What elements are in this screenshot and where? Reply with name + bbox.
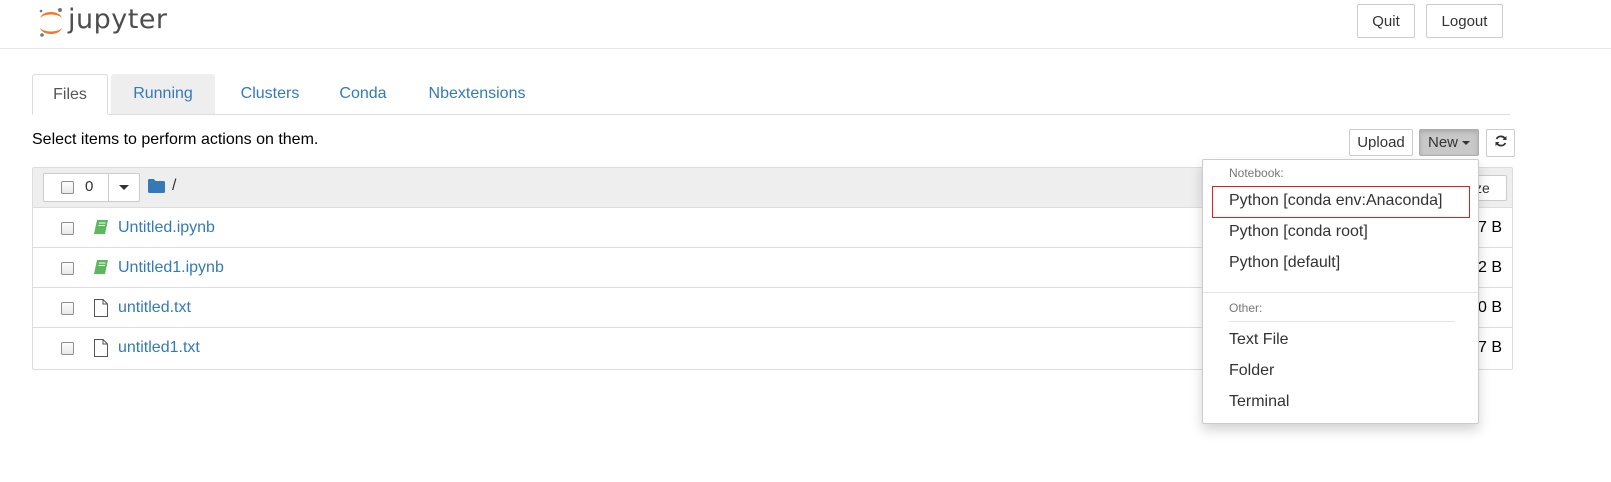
file-checkbox[interactable] — [61, 302, 74, 315]
file-icon — [93, 299, 109, 322]
upload-button[interactable]: Upload — [1349, 129, 1413, 156]
header-bar: jupyter Quit Logout — [0, 0, 1611, 49]
file-name-link[interactable]: Untitled1.ipynb — [118, 259, 224, 277]
tab-nbextensions[interactable]: Nbextensions — [410, 74, 544, 114]
logo-text: jupyter — [68, 3, 168, 35]
file-size: 2 B — [1477, 259, 1502, 276]
menu-item-python-conda-env-anaconda[interactable]: Python [conda env:Anaconda] — [1229, 192, 1443, 210]
caret-down-icon — [1462, 140, 1470, 145]
select-all-toggle[interactable]: 0 — [44, 174, 109, 201]
menu-item-python-conda-root[interactable]: Python [conda root] — [1229, 223, 1368, 241]
file-checkbox[interactable] — [61, 342, 74, 355]
refresh-button[interactable] — [1486, 129, 1515, 157]
notebook-icon — [93, 219, 109, 240]
file-size: 0 B — [1477, 299, 1502, 316]
file-size: 7 B — [1477, 219, 1502, 236]
refresh-icon — [1494, 134, 1508, 152]
select-options-dropdown[interactable] — [108, 174, 139, 201]
file-checkbox[interactable] — [61, 222, 74, 235]
menu-item-terminal[interactable]: Terminal — [1229, 393, 1289, 411]
menu-header-other: Other: — [1229, 301, 1263, 315]
menu-header-notebook: Notebook: — [1229, 166, 1284, 180]
logout-button[interactable]: Logout — [1426, 4, 1503, 38]
caret-down-icon — [118, 185, 129, 190]
select-all-checkbox[interactable] — [61, 181, 74, 194]
file-size: 7 B — [1477, 339, 1502, 356]
quit-button[interactable]: Quit — [1357, 4, 1415, 38]
select-items-message: Select items to perform actions on them. — [32, 131, 319, 148]
main-tabs: Files Running Clusters Conda Nbextension… — [32, 74, 1510, 115]
new-button-label: New — [1427, 134, 1458, 151]
menu-divider — [1203, 292, 1478, 293]
file-name-link[interactable]: Untitled.ipynb — [118, 219, 215, 237]
jupyter-logo[interactable]: jupyter — [36, 4, 168, 40]
menu-item-python-default[interactable]: Python [default] — [1229, 254, 1340, 272]
menu-divider — [1229, 321, 1455, 322]
jupyter-logo-icon — [36, 5, 66, 39]
new-dropdown-button[interactable]: New — [1419, 129, 1479, 156]
select-all-group: 0 — [43, 173, 140, 202]
file-checkbox[interactable] — [61, 262, 74, 275]
tab-clusters[interactable]: Clusters — [222, 74, 318, 114]
tab-running[interactable]: Running — [111, 74, 215, 114]
file-name-link[interactable]: untitled.txt — [118, 299, 191, 317]
tab-files[interactable]: Files — [32, 74, 108, 115]
new-dropdown-menu: Notebook: Python [conda env:Anaconda] Py… — [1202, 159, 1479, 424]
menu-item-text-file[interactable]: Text File — [1229, 331, 1289, 349]
notebook-icon — [93, 259, 109, 280]
selected-count: 0 — [85, 178, 94, 195]
folder-icon[interactable] — [148, 179, 165, 198]
breadcrumb-path[interactable]: / — [172, 177, 176, 195]
file-icon — [93, 339, 109, 362]
tab-conda[interactable]: Conda — [327, 74, 399, 114]
file-name-link[interactable]: untitled1.txt — [118, 339, 200, 357]
menu-item-folder[interactable]: Folder — [1229, 362, 1274, 380]
